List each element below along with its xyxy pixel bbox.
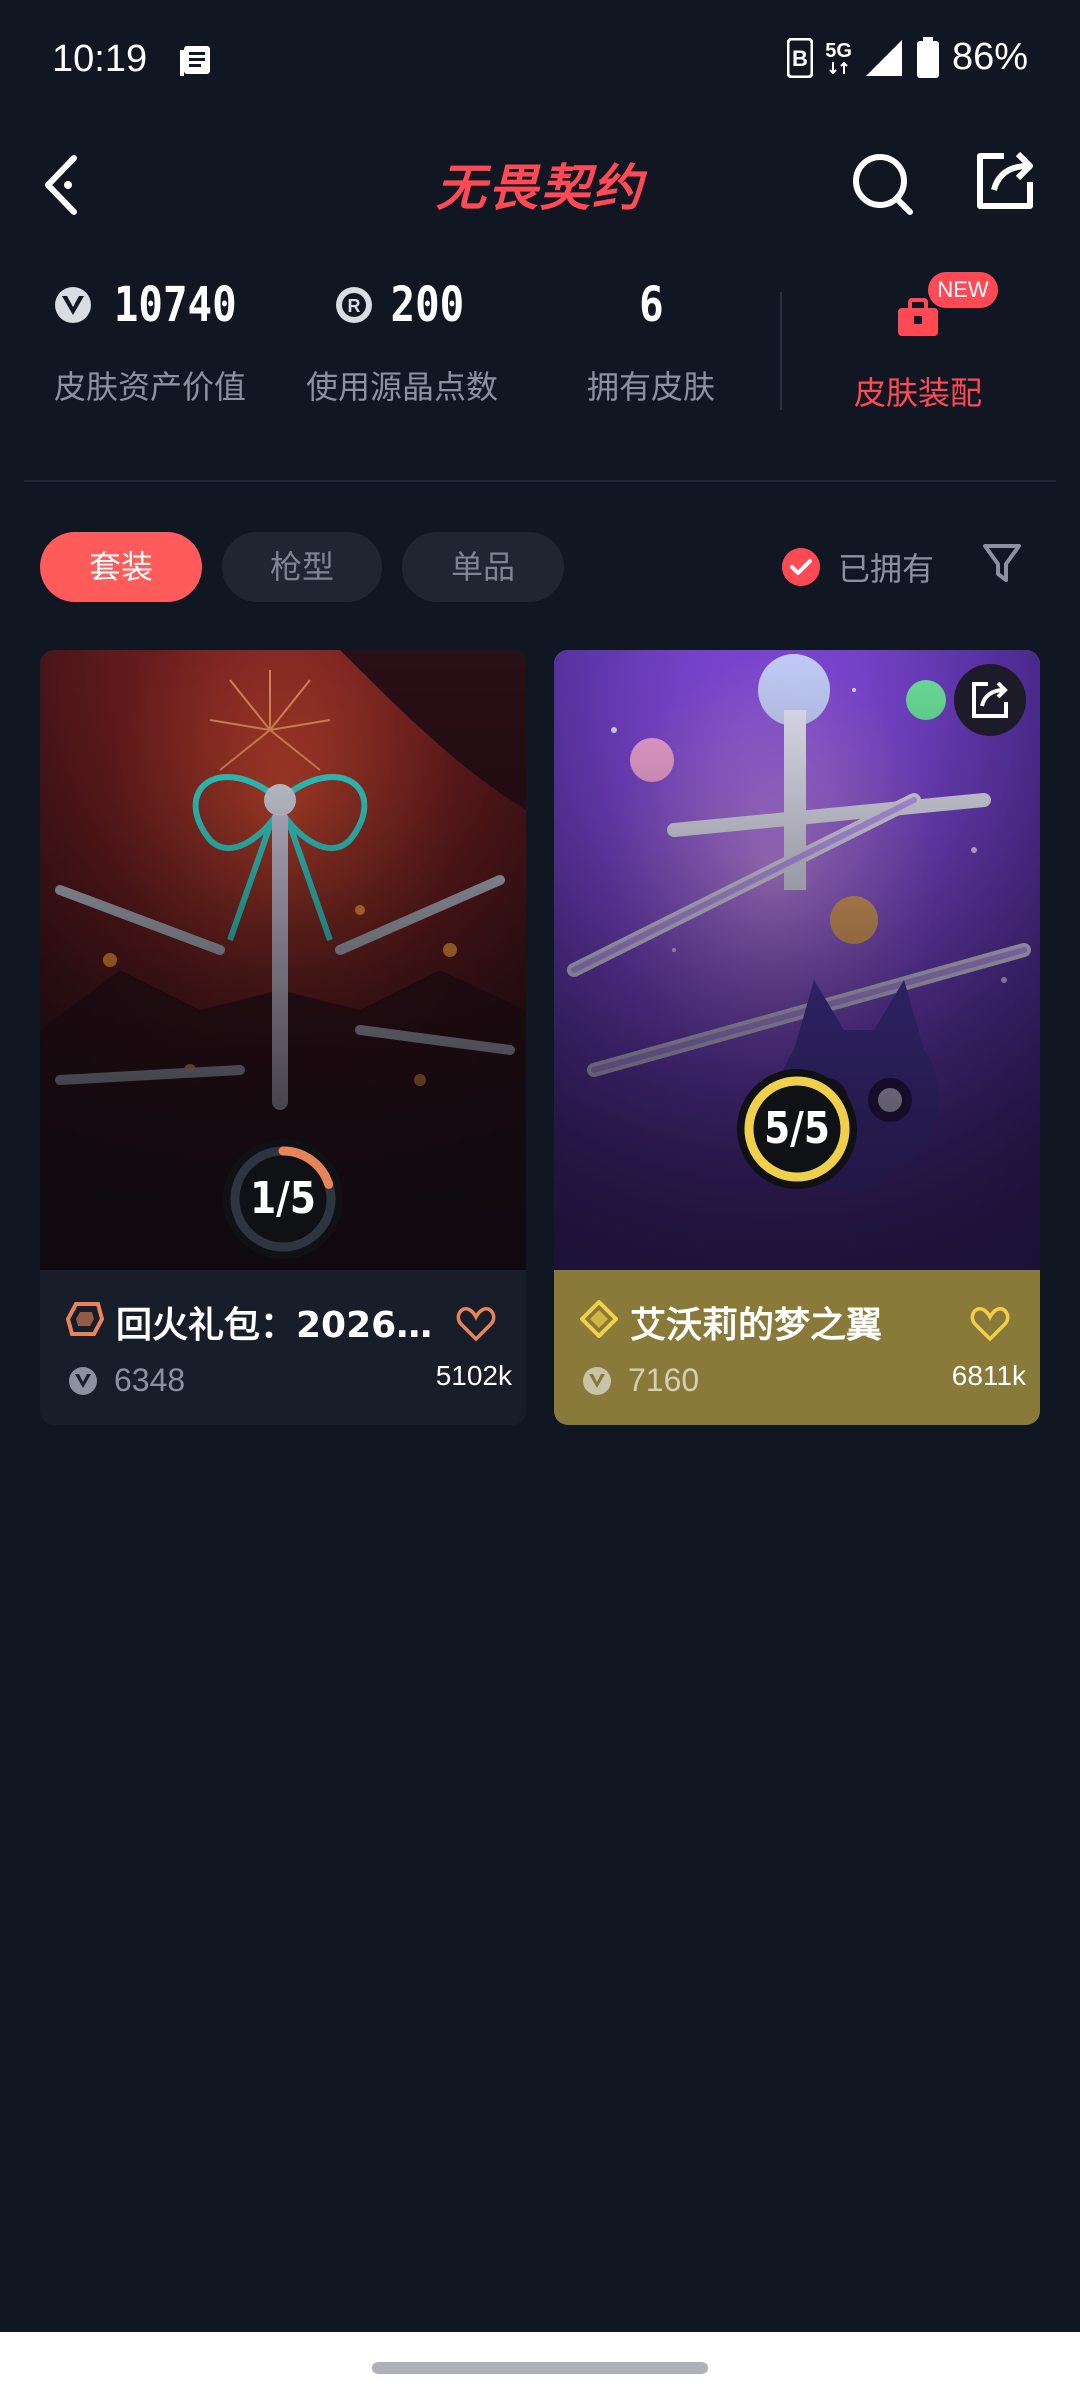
battery-level: 86% [951,36,1028,78]
battery-icon [916,36,939,78]
card-info: 回火礼包：2026... 6348 5102k [40,1270,526,1425]
status-time: 10:19 [52,38,148,80]
svg-text:R: R [347,296,360,316]
owned-skins-label: 拥有皮肤 [586,368,715,406]
owned-checkbox[interactable] [782,548,820,586]
asset-value-label: 皮肤资产价值 [53,368,246,406]
card-info: 艾沃莉的梦之翼 7160 6811k [554,1270,1040,1425]
app-title: 无畏契约 [436,159,644,217]
tier-icon [66,1302,104,1336]
radianite-label: 使用源晶点数 [305,368,498,406]
bundle-artwork: 1/5 [40,650,526,1270]
radianite-value: 200 [390,277,464,333]
status-right: B 5G 86% [787,36,1028,79]
toolbox-icon [898,298,938,336]
tab-bundle[interactable]: 套装 [40,532,202,602]
share-icon[interactable] [954,664,1026,736]
notification-icon [180,46,210,76]
bundle-card[interactable]: 1/5 回火礼包：2026... 6348 5102k [40,650,526,1425]
tab-weapon-type[interactable]: 枪型 [222,532,382,602]
data-arrows-icon [828,61,848,74]
filter-icon[interactable] [982,542,1022,586]
svg-text:B: B [792,46,808,71]
network-type: 5G [825,39,852,62]
navigation-bar [0,2332,1080,2400]
stats-divider [780,292,782,410]
tab-single-item[interactable]: 单品 [402,532,564,602]
collection-progress-text: 1/5 [250,1173,316,1224]
stat-owned-skins[interactable]: 6 拥有皮肤 [556,270,746,408]
home-indicator[interactable] [372,2362,708,2374]
collection-progress-text: 5/5 [764,1103,830,1154]
new-badge: NEW [928,272,998,308]
stat-asset-value[interactable]: 10740 皮肤资产价值 [40,270,260,408]
asset-value: 10740 [113,277,237,333]
status-bar: 10:19 B 5G 86% [0,0,1080,130]
stat-radianite[interactable]: R 200 使用源晶点数 [292,270,512,408]
valorant-points-icon [54,287,91,323]
hd-icon: B [787,37,814,78]
bundle-price: 6348 [114,1362,186,1398]
owned-filter-label[interactable]: 已拥有 [838,544,934,590]
like-count: 5102k [435,1360,512,1391]
search-icon[interactable] [848,148,918,218]
stats-row: 10740 皮肤资产价值 R 200 使用源晶点数 6 拥有皮肤 皮肤装配 [0,270,1080,430]
like-count: 6811k [951,1360,1026,1391]
signal-icon [865,39,902,76]
favorite-icon[interactable] [970,1306,1010,1342]
favorite-icon[interactable] [456,1306,496,1342]
bundle-artwork: 5/5 [554,650,1040,1270]
bundle-price: 7160 [628,1362,700,1398]
valorant-points-icon [69,1367,97,1395]
divider [24,480,1056,482]
bundle-title: 回火礼包：2026... [116,1305,436,1346]
share-icon[interactable] [970,146,1040,216]
valorant-points-icon [583,1367,611,1395]
filter-bar: 套装 枪型 单品 已拥有 [0,530,1080,604]
radianite-icon: R [335,287,372,323]
bundle-card[interactable]: 5/5 艾沃莉的梦之翼 7160 6811k [554,650,1040,1425]
owned-skins-value: 6 [638,277,664,333]
top-nav: 无畏契约 [0,130,1080,240]
skin-equip-label: 皮肤装配 [853,374,982,412]
tier-icon [580,1300,618,1338]
bundle-title: 艾沃莉的梦之翼 [630,1305,883,1346]
